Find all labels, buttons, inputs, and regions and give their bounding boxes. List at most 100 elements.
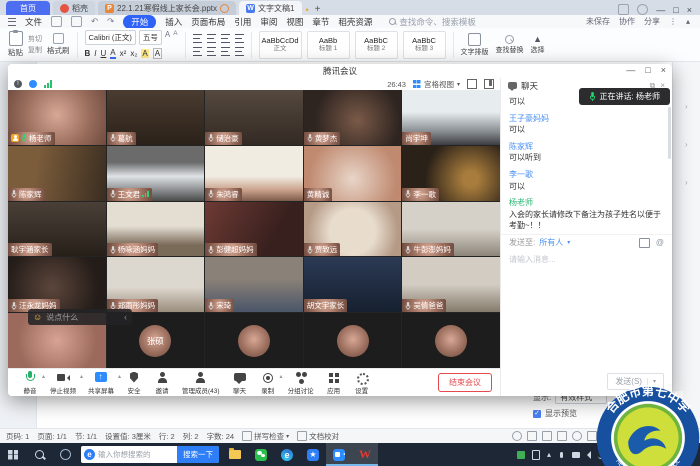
highlight-button[interactable]: A: [141, 49, 148, 58]
chat-scrollbar[interactable]: [668, 107, 671, 159]
copy-button[interactable]: 复制: [28, 45, 42, 55]
menu-home[interactable]: 开始: [123, 15, 156, 29]
video-tile[interactable]: 吴倩爸爸: [402, 257, 500, 312]
font-color-button[interactable]: A: [110, 48, 115, 59]
more-icon[interactable]: ⋮: [669, 17, 677, 26]
video-tile[interactable]: 陈家辉: [8, 146, 106, 201]
share-button[interactable]: 分享: [644, 16, 660, 27]
search-go-button[interactable]: 搜索一下: [177, 446, 219, 463]
fullscreen-icon[interactable]: [467, 79, 477, 89]
video-tile[interactable]: 尚宇坤: [402, 90, 500, 145]
meeting-maximize-button[interactable]: □: [645, 65, 650, 75]
video-tile[interactable]: [402, 313, 500, 368]
command-search[interactable]: 查找命令、搜索模板: [389, 16, 476, 28]
file-explorer-button[interactable]: [222, 443, 248, 466]
paste-button[interactable]: 粘贴: [8, 31, 23, 58]
line-spacing-icon[interactable]: [235, 47, 244, 56]
meeting-title-bar[interactable]: 腾讯会议: [8, 64, 672, 78]
collaborate-button[interactable]: 协作: [619, 16, 635, 27]
video-tile[interactable]: 黄梦杰: [304, 90, 402, 145]
speaker-icon[interactable]: [587, 451, 591, 459]
reading-mode-icon[interactable]: [618, 4, 629, 15]
save-icon[interactable]: [51, 16, 62, 27]
page-view-icon[interactable]: [527, 431, 537, 441]
bullet-list-icon[interactable]: [193, 34, 202, 43]
bold-button[interactable]: B: [85, 49, 91, 58]
menu-review[interactable]: 审阅: [260, 16, 277, 28]
bookmark-app-button[interactable]: ★: [300, 443, 326, 466]
font-name-select[interactable]: Calibri (正文): [85, 30, 136, 45]
shrink-font-icon[interactable]: A: [173, 30, 177, 45]
style-preset[interactable]: AaBb 标题 1: [307, 31, 350, 59]
menu-page-layout[interactable]: 页面布局: [191, 16, 225, 28]
indent-icon[interactable]: [235, 34, 244, 43]
window-maximize-button[interactable]: □: [673, 5, 678, 15]
edge-button[interactable]: e: [274, 443, 300, 466]
meeting-toolbar-item[interactable]: ▴ 停止视频: [44, 370, 82, 396]
tray-microphone-icon[interactable]: [560, 452, 563, 458]
underline-button[interactable]: U: [101, 49, 107, 58]
video-tile[interactable]: 朱鸿睿: [205, 146, 303, 201]
tab-home[interactable]: 首页: [6, 1, 50, 15]
superscript-button[interactable]: x²: [120, 49, 127, 58]
video-tile[interactable]: 胡文宇家长: [304, 257, 402, 312]
meeting-toolbar-item[interactable]: ▴ 共享屏幕: [82, 370, 120, 396]
menu-sections[interactable]: 章节: [312, 16, 329, 28]
menu-icon[interactable]: [8, 18, 16, 26]
menu-view[interactable]: 视图: [286, 16, 303, 28]
grow-font-icon[interactable]: A: [165, 30, 170, 45]
quick-chat-bar[interactable]: ☺ 说点什么 ‹: [28, 309, 132, 325]
font-size-select[interactable]: 五号: [139, 30, 162, 45]
meeting-toolbar-item[interactable]: 聊天: [226, 370, 254, 396]
number-list-icon[interactable]: [207, 34, 216, 43]
tray-camera-icon[interactable]: [572, 452, 580, 458]
chat-messages[interactable]: 可以 王子豪妈妈 可以 陈家辉 可以听到 李一歌 可以 杨老师 入会的家长请修改…: [501, 93, 672, 234]
italic-button[interactable]: I: [94, 49, 96, 58]
style-preset[interactable]: AaBbCcDd 正文: [259, 31, 302, 59]
wps-button[interactable]: W: [352, 443, 378, 466]
video-tile[interactable]: 彭健超妈妈: [205, 202, 303, 257]
meeting-toolbar-item[interactable]: 安全: [120, 370, 148, 396]
video-tile[interactable]: 储治豪: [205, 90, 303, 145]
find-replace-tool[interactable]: 查找替换: [496, 35, 524, 55]
meeting-toolbar-item[interactable]: 管理成员(43): [176, 370, 226, 396]
video-tile[interactable]: 汪永龙妈妈: [8, 257, 106, 312]
tray-expand-icon[interactable]: ▴: [547, 450, 551, 459]
char-shading-button[interactable]: A: [153, 48, 162, 59]
tab-word-document[interactable]: W 文字文稿1: [239, 1, 301, 15]
chat-input[interactable]: 请输入消息... 发送(S) ▾: [501, 250, 672, 396]
style-preset[interactable]: AaBbC 标题 2: [355, 31, 398, 59]
view-mode-select[interactable]: 宫格视图 ▾: [413, 79, 460, 90]
select-tool[interactable]: ▲ 选择: [531, 34, 545, 55]
video-tile[interactable]: 黄精诚: [304, 146, 402, 201]
taskbar-search-box[interactable]: e 输入你想搜索的 搜索一下: [81, 446, 219, 463]
video-tile[interactable]: 杨老师: [8, 90, 106, 145]
wechat-button[interactable]: [248, 443, 274, 466]
mention-icon[interactable]: @: [656, 238, 664, 248]
web-view-icon[interactable]: [572, 431, 582, 441]
collapse-icon[interactable]: ‹: [124, 312, 127, 322]
sidebar-chevron-icon[interactable]: ›: [685, 140, 688, 149]
tray-app-icon[interactable]: [517, 451, 525, 459]
video-tile[interactable]: 牛彭澎妈妈: [402, 202, 500, 257]
style-preset[interactable]: AaBbC 标题 3: [403, 31, 446, 59]
new-tab-button[interactable]: +: [315, 4, 321, 15]
eye-protect-icon[interactable]: [637, 4, 648, 15]
sidebar-chevron-icon[interactable]: ›: [685, 178, 688, 187]
spell-check-button[interactable]: 拼写检查 ▾: [242, 431, 289, 442]
cortana-button[interactable]: [52, 443, 78, 466]
tab-daoke[interactable]: 稻壳: [53, 1, 95, 15]
meeting-minimize-button[interactable]: —: [626, 65, 635, 75]
align-right-icon[interactable]: [221, 47, 230, 56]
meeting-shield-icon[interactable]: [29, 80, 37, 88]
start-button[interactable]: [0, 443, 26, 466]
align-center-icon[interactable]: [207, 47, 216, 56]
meeting-toolbar-item[interactable]: 邀请: [148, 370, 176, 396]
menu-references[interactable]: 引用: [234, 16, 251, 28]
meeting-toolbar-item[interactable]: ▴ 录制: [254, 370, 282, 396]
word-count[interactable]: 字数: 24: [207, 431, 235, 442]
sidebar-chevron-icon[interactable]: ›: [685, 102, 688, 111]
outline-view-icon[interactable]: [542, 431, 552, 441]
video-tile[interactable]: 李一歌: [402, 146, 500, 201]
tab-ppt-document[interactable]: P 22.1.21寒假线上家长会.pptx: [98, 1, 236, 15]
